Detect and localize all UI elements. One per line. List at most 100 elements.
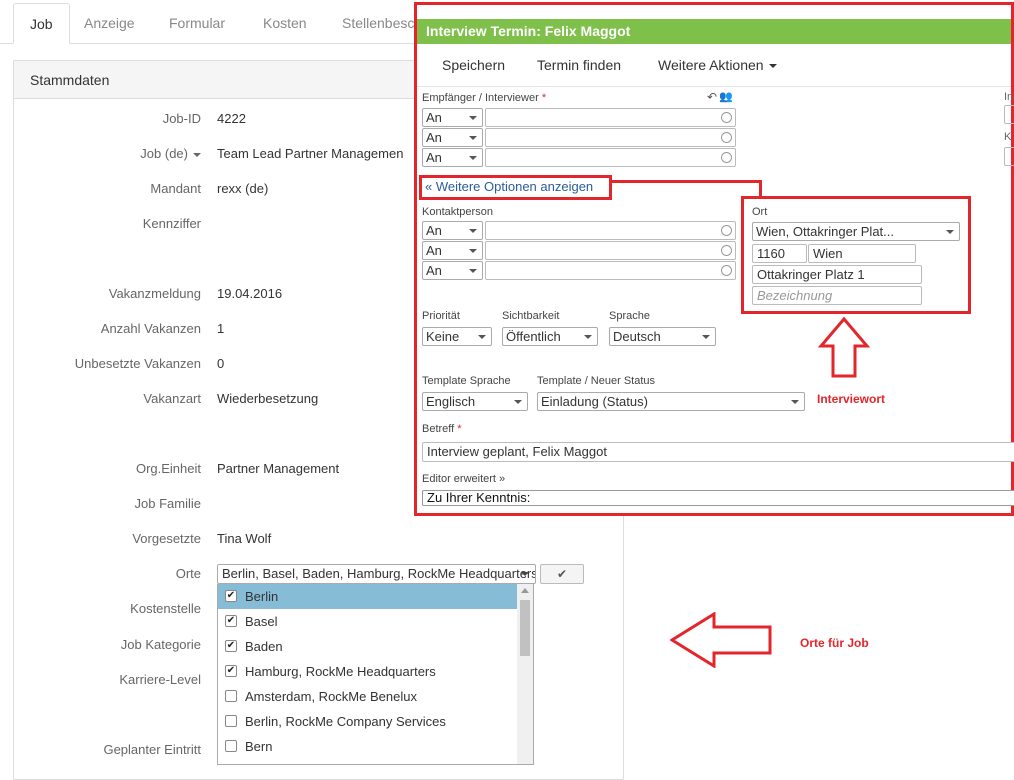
orte-option-baden[interactable]: ✔ Baden [218,634,518,659]
label-kostenstelle: Kostenstelle [130,601,201,616]
circle-icon[interactable] [721,245,732,256]
caret-down-icon [478,335,486,339]
caret-down-icon [469,269,477,273]
contact-input-1[interactable] [485,221,736,240]
contact-type-select-3[interactable]: An [422,261,483,280]
visibility-select[interactable]: Öffentlich [502,327,598,346]
modal-toolbar: Speichern Termin finden Weitere Aktionen [417,45,1011,87]
editor-toggle[interactable]: Editor erweitert » [422,473,505,485]
annotation-interviewort: Interviewort [817,392,886,406]
label-job-id: Job-ID [162,111,201,126]
checkbox-checked[interactable]: ✔ [225,590,237,602]
label-job-language[interactable]: Job (de) [0,146,201,161]
connector-horizontal [612,180,762,183]
value-unbesetzte-vakanzen: 0 [217,356,225,371]
value-org-einheit: Partner Management [217,461,340,476]
orte-option-bern[interactable]: Bern [218,734,518,759]
recipient-input-2[interactable] [485,128,736,147]
checkbox-unchecked[interactable] [225,715,237,727]
select-value: Englisch [426,394,476,409]
recipient-type-select-2[interactable]: An [422,128,483,147]
tab-formular[interactable]: Formular [153,3,241,44]
label-vorgesetzte: Vorgesetzte [132,531,201,546]
circle-icon[interactable] [721,225,732,236]
select-value: An [426,150,442,165]
contact-input-3[interactable] [485,261,736,280]
priority-label: Priorität [422,310,460,322]
select-value: An [426,130,442,145]
caret-down-icon [469,229,477,233]
scroll-up-arrow-icon[interactable] [521,588,529,593]
contact-type-select-2[interactable]: An [422,241,483,260]
checkbox-checked[interactable]: ✔ [225,615,237,627]
scroll-thumb[interactable] [520,600,530,656]
template-status-select[interactable]: Einladung (Status) [537,392,805,411]
group-users-icon[interactable]: 👥 [719,90,733,103]
connector-vertical [759,180,762,197]
modal-title: Interview Termin: Felix Maggot [417,19,1011,44]
language-select[interactable]: Deutsch [609,327,716,346]
tab-anzeige[interactable]: Anzeige [68,3,151,44]
label-job-kategorie: Job Kategorie [120,637,201,652]
orte-confirm-button[interactable]: ✔ [540,564,584,584]
contact-type-select-1[interactable]: An [422,221,483,240]
circle-icon[interactable] [721,132,732,143]
template-language-select[interactable]: Englisch [422,392,528,411]
recipient-type-select-3[interactable]: An [422,148,483,167]
recipient-input-3[interactable] [485,148,736,167]
circle-icon[interactable] [721,152,732,163]
subject-label-text: Betreff [422,423,455,435]
label-karriere-level: Karriere-Level [119,672,201,687]
find-appointment-button[interactable]: Termin finden [537,57,621,73]
orte-option-amsterdam[interactable]: Amsterdam, RockMe Benelux [218,684,518,709]
label-org-einheit: Org.Einheit [135,461,201,476]
checkbox-checked[interactable]: ✔ [225,665,237,677]
edge-input-1[interactable] [1004,105,1014,124]
contact-input-2[interactable] [485,241,736,260]
caret-down-icon [702,335,710,339]
caret-down-icon [469,136,477,140]
orte-option-berlin-services[interactable]: Berlin, RockMe Company Services [218,709,518,734]
orte-option-basel[interactable]: ✔ Basel [218,609,518,634]
caret-down-icon [469,116,477,120]
check-icon: ✔ [556,567,568,581]
option-label: Berlin, RockMe Company Services [245,714,446,729]
recipient-type-select-1[interactable]: An [422,108,483,127]
edge-input-2[interactable] [1004,147,1014,166]
priority-select[interactable]: Keine [422,327,492,346]
arrow-up-annotation [818,316,870,378]
dropdown-scrollbar[interactable] [517,584,533,764]
save-button[interactable]: Speichern [442,57,505,73]
tab-kosten[interactable]: Kosten [247,3,323,44]
checkbox-unchecked[interactable] [225,690,237,702]
language-label: Sprache [609,310,650,322]
orte-option-hamburg[interactable]: ✔ Hamburg, RockMe Headquarters [218,659,518,684]
label-kennziffer: Kennziffer [142,216,201,231]
option-label: Hamburg, RockMe Headquarters [245,664,436,679]
label-unbesetzte-vakanzen: Unbesetzte Vakanzen [74,356,201,371]
subject-input[interactable]: Interview geplant, Felix Maggot [422,442,1014,462]
required-mark: * [541,92,547,104]
label-vakanzmeldung: Vakanzmeldung [108,286,201,301]
select-value: Einladung (Status) [541,394,648,409]
reply-icon[interactable]: ↶ [707,90,717,104]
checkbox-checked[interactable]: ✔ [225,640,237,652]
arrow-left-annotation [670,612,772,668]
edge-label-1: In [1004,91,1014,103]
checkbox-unchecked[interactable] [225,740,237,752]
circle-icon[interactable] [721,265,732,276]
value-mandant: rexx (de) [217,181,269,196]
select-value: An [426,223,442,238]
recipient-input-1[interactable] [485,108,736,127]
recipients-label: Empfänger / Interviewer * [422,92,546,104]
template-language-label: Template Sprache [422,375,511,387]
circle-icon[interactable] [721,112,732,123]
tab-job[interactable]: Job [13,3,70,44]
orte-multiselect[interactable]: Berlin, Basel, Baden, Hamburg, RockMe He… [217,564,536,584]
orte-option-berlin[interactable]: ✔ Berlin [218,584,518,609]
contact-label: Kontaktperson [422,206,493,218]
select-value: An [426,263,442,278]
caret-down-icon [469,249,477,253]
editor-area[interactable]: Zu Ihrer Kenntnis: [422,490,1014,506]
more-actions-button[interactable]: Weitere Aktionen [658,57,777,73]
